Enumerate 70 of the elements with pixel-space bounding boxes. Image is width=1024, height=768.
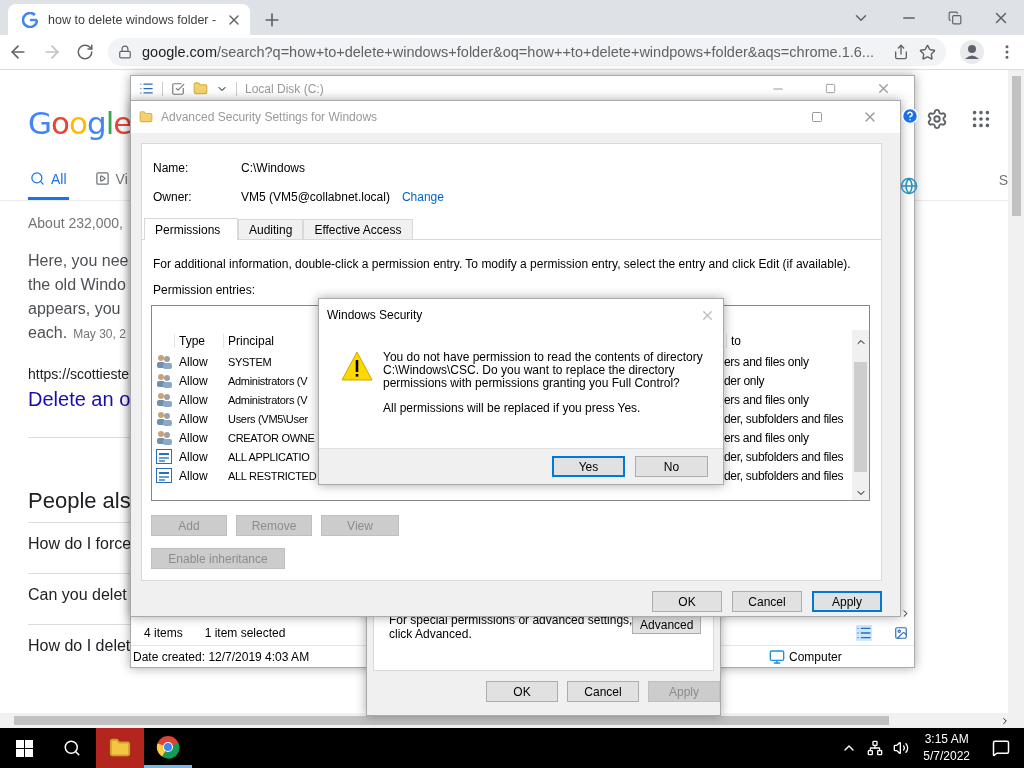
change-link[interactable]: Change xyxy=(401,189,444,204)
field-value: VM5 (VM5@collabnet.local) xyxy=(241,189,390,204)
search-tab[interactable]: All xyxy=(28,171,69,200)
question-item[interactable]: How do I force xyxy=(28,535,132,552)
table-cell-text: Allow xyxy=(179,468,209,483)
table-cell-text: Allow xyxy=(179,373,209,388)
column-header[interactable]: Principal xyxy=(223,334,303,348)
table-cell-text: Allow xyxy=(179,392,209,407)
result-url: https://scottieste xyxy=(28,366,130,382)
selection-count: 1 item selected xyxy=(204,626,286,640)
browser-tab[interactable]: how to delete windows folder - xyxy=(8,4,250,35)
clock[interactable]: 3:15 AM 5/7/2022 xyxy=(923,731,970,765)
snippet-date: May 30, 2 xyxy=(73,327,126,341)
dialog-button[interactable]: OK xyxy=(486,681,558,702)
dialog-button[interactable]: Cancel xyxy=(732,591,802,612)
table-cell: der only xyxy=(724,373,765,388)
location-label: Computer xyxy=(789,649,843,664)
window-title: Local Disk (C:) xyxy=(245,81,325,96)
search-tab-label: S xyxy=(998,172,1008,188)
section-label: Permission entries: xyxy=(152,283,257,297)
field-label: Name: xyxy=(153,160,190,175)
table-cell: ALL APPLICATIO xyxy=(228,450,310,463)
dialog-button[interactable]: OK xyxy=(652,591,722,612)
table-cell: Administrators (V xyxy=(228,393,308,406)
table-cell: SYSTEM xyxy=(228,355,272,368)
table-cell: Administrators (V xyxy=(228,374,308,387)
dialog-button[interactable]: Apply xyxy=(812,591,882,612)
table-cell: der, subfolders and files xyxy=(724,411,844,426)
note-line: click Advanced. xyxy=(389,627,473,641)
message-text: You do not have permission to read the contents of directory C:\Windows\CSC. Do you want to replace the directory permissions with permissions granting you Full Control? xyxy=(383,351,703,390)
table-cell: ers and files only xyxy=(724,392,809,407)
field-label: Owner: xyxy=(153,189,193,204)
snippet-line: the old Windo xyxy=(28,275,127,295)
table-cell: der, subfolders and files xyxy=(724,449,844,464)
tab-title: how to delete windows folder - xyxy=(48,12,216,27)
snippet-line: each. xyxy=(28,324,68,341)
dialog-button[interactable]: Cancel xyxy=(567,681,639,702)
table-cell: CREATOR OWNE xyxy=(228,431,315,444)
table-cell: der, subfolders and files xyxy=(724,468,844,483)
tab[interactable]: Permissions xyxy=(144,218,238,240)
item-count: 4 items xyxy=(144,626,183,640)
result-title[interactable]: Delete an o xyxy=(28,388,131,411)
column-header[interactable]: Type xyxy=(174,334,223,348)
dialog-title: Windows Security xyxy=(327,308,424,322)
table-cell-text: Allow xyxy=(179,411,209,426)
date-created: Date created: 12/7/2019 4:03 AM xyxy=(133,649,310,664)
table-cell: Users (VM5\User xyxy=(228,412,308,425)
dialog-button[interactable]: No xyxy=(635,456,708,477)
field-value: C:\Windows xyxy=(241,160,305,175)
google-logo: Google xyxy=(28,105,132,141)
note-text: All permissions will be replaced if you press Yes. xyxy=(383,402,642,415)
address-bar[interactable]: google.com/search?q=how+to+delete+windows+folder&oq=how++to+delete+windpows+folder&aqs=chrome.1.6... xyxy=(108,38,946,66)
table-cell: ers and files only xyxy=(724,430,809,445)
table-cell: ers and files only xyxy=(724,354,809,369)
info-text: For additional information, double-click a permission entry. To modify a permission entry, select the entry and click Edit (if available). xyxy=(152,257,852,271)
people-also-ask-title: People als xyxy=(28,488,131,514)
tab[interactable]: Effective Access xyxy=(303,219,413,239)
tab[interactable]: Auditing xyxy=(238,219,304,239)
search-tab[interactable]: Vi xyxy=(92,171,130,200)
results-count: About 232,000, xyxy=(28,215,123,231)
dialog-button[interactable]: Yes xyxy=(552,456,625,477)
snippet-line: Here, you nee xyxy=(28,251,129,271)
table-cell-text: Allow xyxy=(179,354,209,369)
table-cell: ALL RESTRICTED xyxy=(228,469,317,482)
question-item[interactable]: How do I delet xyxy=(28,637,131,654)
snippet-line: appears, you xyxy=(28,299,122,319)
table-cell-text: Allow xyxy=(179,449,209,464)
question-item[interactable]: Can you delet xyxy=(28,586,127,603)
window-title: Advanced Security Settings for Windows xyxy=(161,110,379,124)
table-cell-text: Allow xyxy=(179,430,209,445)
